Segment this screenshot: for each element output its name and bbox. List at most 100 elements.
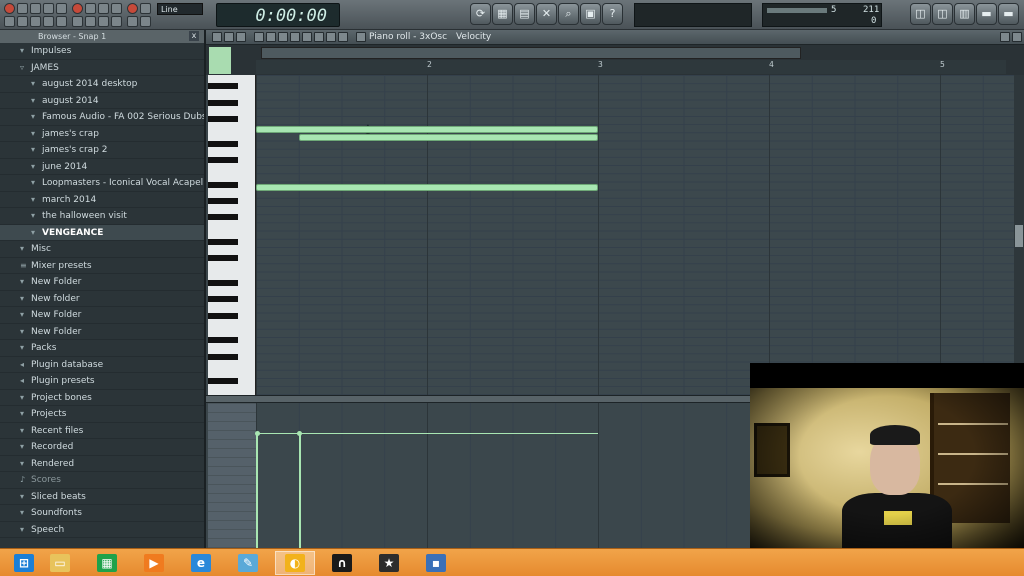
toolbar-icon[interactable] (17, 16, 28, 27)
toolbar-icon[interactable] (140, 3, 151, 14)
playlist-button[interactable]: ⟳ (470, 3, 491, 25)
browser-item[interactable]: ▿ JAMES (0, 60, 204, 76)
taskbar-app[interactable]: ✎ (228, 551, 268, 575)
toolbar-icon[interactable] (140, 16, 151, 27)
piano-roll-target[interactable]: Velocity (456, 32, 491, 42)
browser-item[interactable]: ▾ New Folder (0, 274, 204, 291)
black-key[interactable] (208, 280, 238, 286)
piano-keyboard[interactable] (208, 75, 256, 401)
toolbar-icon[interactable] (43, 3, 54, 14)
black-key[interactable] (208, 198, 238, 204)
toolbar-icon[interactable] (56, 16, 67, 27)
toolbar-icon[interactable] (127, 16, 138, 27)
browser-item[interactable]: ▾ the halloween visit (0, 208, 204, 225)
black-key[interactable] (208, 157, 238, 163)
toolbar-icon[interactable] (85, 3, 96, 14)
piano-button[interactable]: ▥ (954, 3, 975, 25)
toolbar-icon[interactable] (30, 16, 41, 27)
project-button[interactable]: ▣ (580, 3, 601, 25)
taskbar-app[interactable]: ◐ (275, 551, 315, 575)
close-icon[interactable]: x (189, 31, 199, 41)
browser-item[interactable]: ▾ VENGEANCE (0, 224, 204, 241)
browser-item[interactable]: ▾ New folder (0, 291, 204, 307)
toolbar-icon[interactable] (56, 3, 67, 14)
note[interactable] (256, 126, 598, 134)
paint-icon[interactable] (266, 32, 276, 42)
toolbar-icon[interactable] (98, 3, 109, 14)
browser-item[interactable]: ▾ august 2014 desktop (0, 76, 204, 93)
toolbar-icon[interactable] (111, 16, 122, 27)
snap-icon[interactable] (224, 32, 234, 42)
note-grid[interactable]: ✥ (256, 75, 1024, 395)
black-key[interactable] (208, 353, 238, 360)
black-key[interactable] (208, 312, 238, 319)
taskbar-app[interactable]: ▦ (87, 551, 127, 575)
browser-item[interactable]: ▾ Project bones (0, 390, 204, 406)
black-key[interactable] (208, 140, 238, 147)
menu-icon[interactable] (212, 32, 222, 42)
taskbar-app[interactable]: ▪ (416, 551, 456, 575)
browser-item[interactable]: ▾ Misc (0, 241, 204, 258)
browser-item[interactable]: ▾ james's crap 2 (0, 142, 204, 159)
toolbar-icon[interactable] (98, 16, 109, 27)
delete-icon[interactable] (278, 32, 288, 42)
help-button[interactable]: ? (602, 3, 623, 25)
browser-item[interactable]: ▾ august 2014 (0, 93, 204, 109)
browser-item[interactable]: ▾ march 2014 (0, 192, 204, 208)
black-key[interactable] (208, 239, 238, 245)
note[interactable] (256, 183, 598, 191)
browser-item[interactable]: ▾ Packs (0, 340, 204, 357)
browser-item[interactable]: ◂ Plugin database (0, 357, 204, 373)
snap-mode-select[interactable]: Line (157, 3, 203, 15)
browser-item[interactable]: ▾ june 2014 (0, 159, 204, 175)
record-icon[interactable] (72, 3, 83, 14)
browser-item[interactable]: ≡ Mixer presets (0, 258, 204, 274)
taskbar-app[interactable]: ★ (369, 551, 409, 575)
black-key[interactable] (208, 378, 238, 385)
toolbar-icon[interactable] (17, 3, 28, 14)
browser-item[interactable]: ▾ New Folder (0, 324, 204, 340)
taskbar-app[interactable]: ▭ (40, 551, 80, 575)
black-key[interactable] (208, 337, 238, 344)
black-key[interactable] (208, 83, 238, 90)
browser-item[interactable]: ▾ Famous Audio - FA 002 Serious Dubs... (0, 109, 204, 126)
slice-icon[interactable] (302, 32, 312, 42)
mixer-button[interactable]: ✕ (536, 3, 557, 25)
taskbar-app[interactable]: ⊞ (4, 551, 44, 575)
note[interactable] (298, 134, 598, 142)
browser-item[interactable]: ▾ Rendered (0, 456, 204, 472)
browser-item[interactable]: ▾ Soundfonts (0, 505, 204, 522)
browser-item[interactable]: ▾ Projects (0, 406, 204, 423)
zoom-icon[interactable] (326, 32, 336, 42)
black-key[interactable] (208, 296, 238, 303)
browser-item[interactable]: ▾ james's crap (0, 126, 204, 142)
browser-header[interactable]: Browser - Snap 1 x (0, 30, 204, 43)
velocity-bar[interactable] (298, 433, 301, 550)
toolbar-icon[interactable] (72, 16, 83, 27)
close-icon[interactable] (1012, 32, 1022, 42)
output-button[interactable]: ◫ (910, 3, 931, 25)
pianoroll-button[interactable]: ▤ (514, 3, 535, 25)
close-app-button[interactable]: ▬ (998, 3, 1019, 25)
black-key[interactable] (208, 255, 238, 262)
song-time-display[interactable]: 0:00:00 (216, 3, 340, 27)
piano-roll-title[interactable]: Piano roll - 3xOsc Velocity (369, 31, 491, 44)
taskbar-app[interactable]: e (181, 551, 221, 575)
browser-button[interactable]: ⌕ (558, 3, 579, 25)
toolbar-icon[interactable] (111, 3, 122, 14)
browser-item[interactable]: ▾ Loopmasters - Iconical Vocal Acapel... (0, 175, 204, 192)
black-key[interactable] (208, 214, 238, 221)
black-key[interactable] (208, 181, 238, 188)
tool-button[interactable]: ◫ (932, 3, 953, 25)
toolbar-icon[interactable] (30, 3, 41, 14)
mute-icon[interactable] (290, 32, 300, 42)
stepseq-button[interactable]: ▦ (492, 3, 513, 25)
velocity-bar[interactable] (256, 433, 258, 550)
browser-item[interactable]: ▾ Sliced beats (0, 489, 204, 505)
time-ruler[interactable]: 2 3 4 5 (256, 60, 1006, 74)
browser-item[interactable]: ▾ Recent files (0, 423, 204, 439)
horizontal-scrollbar[interactable] (261, 47, 801, 59)
black-key[interactable] (208, 116, 238, 122)
select-icon[interactable] (314, 32, 324, 42)
scroll-thumb[interactable] (1015, 225, 1023, 247)
